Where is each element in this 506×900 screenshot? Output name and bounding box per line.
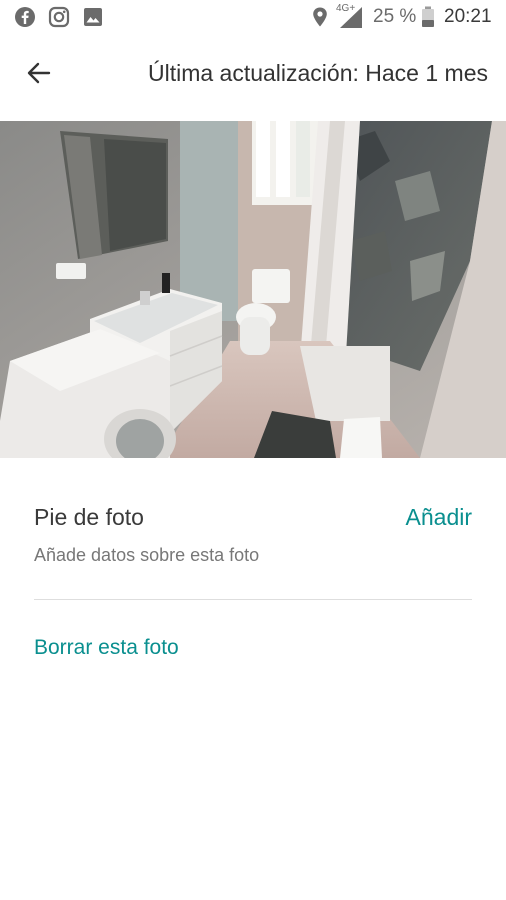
network-type: 4G+	[336, 3, 356, 14]
delete-photo-button[interactable]: Borrar esta foto	[34, 634, 179, 662]
toolbar: Última actualización: Hace 1 mes	[0, 34, 506, 118]
location-icon	[311, 6, 329, 33]
page-title: Última actualización: Hace 1 mes	[147, 60, 488, 86]
gallery-icon	[82, 6, 104, 33]
facebook-icon	[14, 6, 36, 33]
battery-percent: 25 %	[373, 6, 417, 27]
add-caption-button[interactable]: Añadir	[406, 502, 472, 532]
caption-hint: Añade datos sobre esta foto	[34, 545, 260, 565]
arrow-back-icon	[26, 60, 52, 91]
back-button[interactable]	[18, 54, 60, 96]
divider	[34, 599, 472, 600]
caption-label: Pie de foto	[34, 504, 144, 530]
listing-photo[interactable]	[0, 121, 506, 458]
bathroom-photo-image	[0, 121, 506, 458]
battery-icon	[421, 6, 435, 33]
clock: 20:21	[444, 6, 492, 27]
instagram-icon	[48, 6, 70, 33]
status-bar: 4G+ 25 % 20:21	[0, 0, 506, 34]
